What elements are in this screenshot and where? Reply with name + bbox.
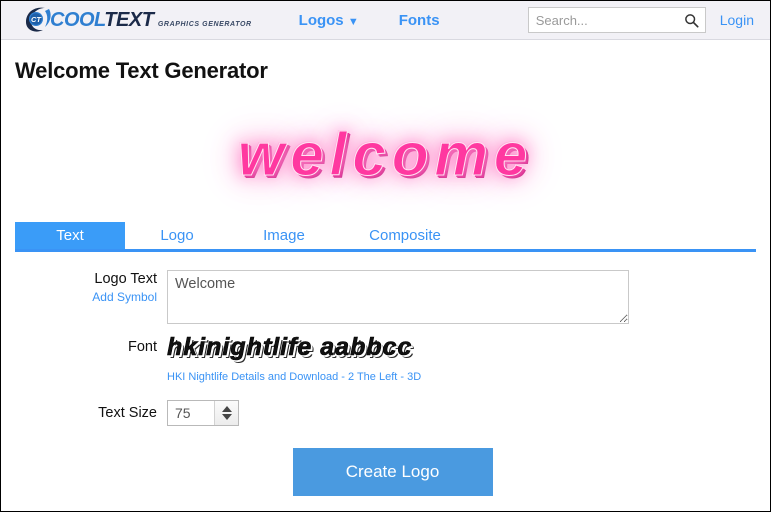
brand-logo-link[interactable]: CT COOLTEXT GRAPHICS GENERATOR [23,3,252,37]
stepper-down-icon[interactable] [221,414,232,420]
search-box[interactable] [527,7,706,33]
nav-item-logos[interactable]: Logos ▼ [299,12,359,29]
stepper-up-icon[interactable] [221,406,232,412]
create-logo-button[interactable]: Create Logo [292,448,493,496]
text-size-input[interactable] [168,401,214,425]
tab-image[interactable]: Image [229,222,339,249]
tab-logo[interactable]: Logo [125,222,229,249]
brand-word-text: TEXT [104,9,154,31]
nav-logos-label: Logos [298,11,344,29]
page-title: Welcome Text Generator [15,58,268,83]
svg-text:CT: CT [31,15,42,24]
cooltext-ct-logo-icon: CT [26,7,51,32]
font-link-separator-2: - [397,371,408,383]
site-header: CT COOLTEXT GRAPHICS GENERATOR Logos ▼ F… [1,1,770,40]
font-category-link[interactable]: 2 The Left [348,371,397,383]
brand-word-cool: COOL [50,9,105,31]
chevron-down-icon: ▼ [347,15,359,28]
tab-bar: Text Logo Image Composite [15,222,756,252]
logo-text-row: Logo Text Add Symbol [15,270,770,324]
login-link[interactable]: Login [720,12,754,28]
logo-preview-image: welcome [237,120,534,188]
create-logo-row: Create Logo [15,448,770,496]
text-size-stepper[interactable] [167,400,239,426]
logo-text-input[interactable] [167,270,629,324]
nav-item-fonts[interactable]: Fonts [399,12,440,29]
brand-wordmark: COOLTEXT GRAPHICS GENERATOR [50,10,252,30]
font-label: Font [127,339,157,355]
text-size-label-group: Text Size [15,404,167,422]
tab-text[interactable]: Text [15,222,125,249]
text-size-label: Text Size [98,405,157,421]
logo-preview-area: welcome [1,94,770,214]
font-details-link[interactable]: HKI Nightlife Details and Download [167,371,338,383]
brand-tagline: GRAPHICS GENERATOR [157,21,252,28]
logo-text-label-group: Logo Text Add Symbol [15,270,167,305]
logo-settings-form: Logo Text Add Symbol Font hkinightlife a… [1,270,770,496]
text-size-spinner-buttons[interactable] [214,401,238,425]
font-selection-group: hkinightlife aabbcc HKI Nightlife Detail… [167,332,421,384]
logo-text-label: Logo Text [94,271,157,287]
font-links-group: HKI Nightlife Details and Download - 2 T… [167,370,421,384]
text-size-row: Text Size [15,400,770,426]
font-link-separator-1: - [338,371,348,383]
header-right-cluster: Login [527,1,754,39]
brand-top-line: COOLTEXT [50,9,154,31]
font-label-group: Font [15,332,167,356]
search-input[interactable] [528,8,705,32]
tab-composite[interactable]: Composite [339,222,471,249]
search-icon[interactable] [684,13,699,28]
font-row: Font hkinightlife aabbcc HKI Nightlife D… [15,332,770,384]
add-symbol-link[interactable]: Add Symbol [15,289,157,305]
font-style-link[interactable]: 3D [407,371,421,383]
page-root: CT COOLTEXT GRAPHICS GENERATOR Logos ▼ F… [0,0,771,512]
font-preview-image[interactable]: hkinightlife aabbcc [167,332,421,362]
